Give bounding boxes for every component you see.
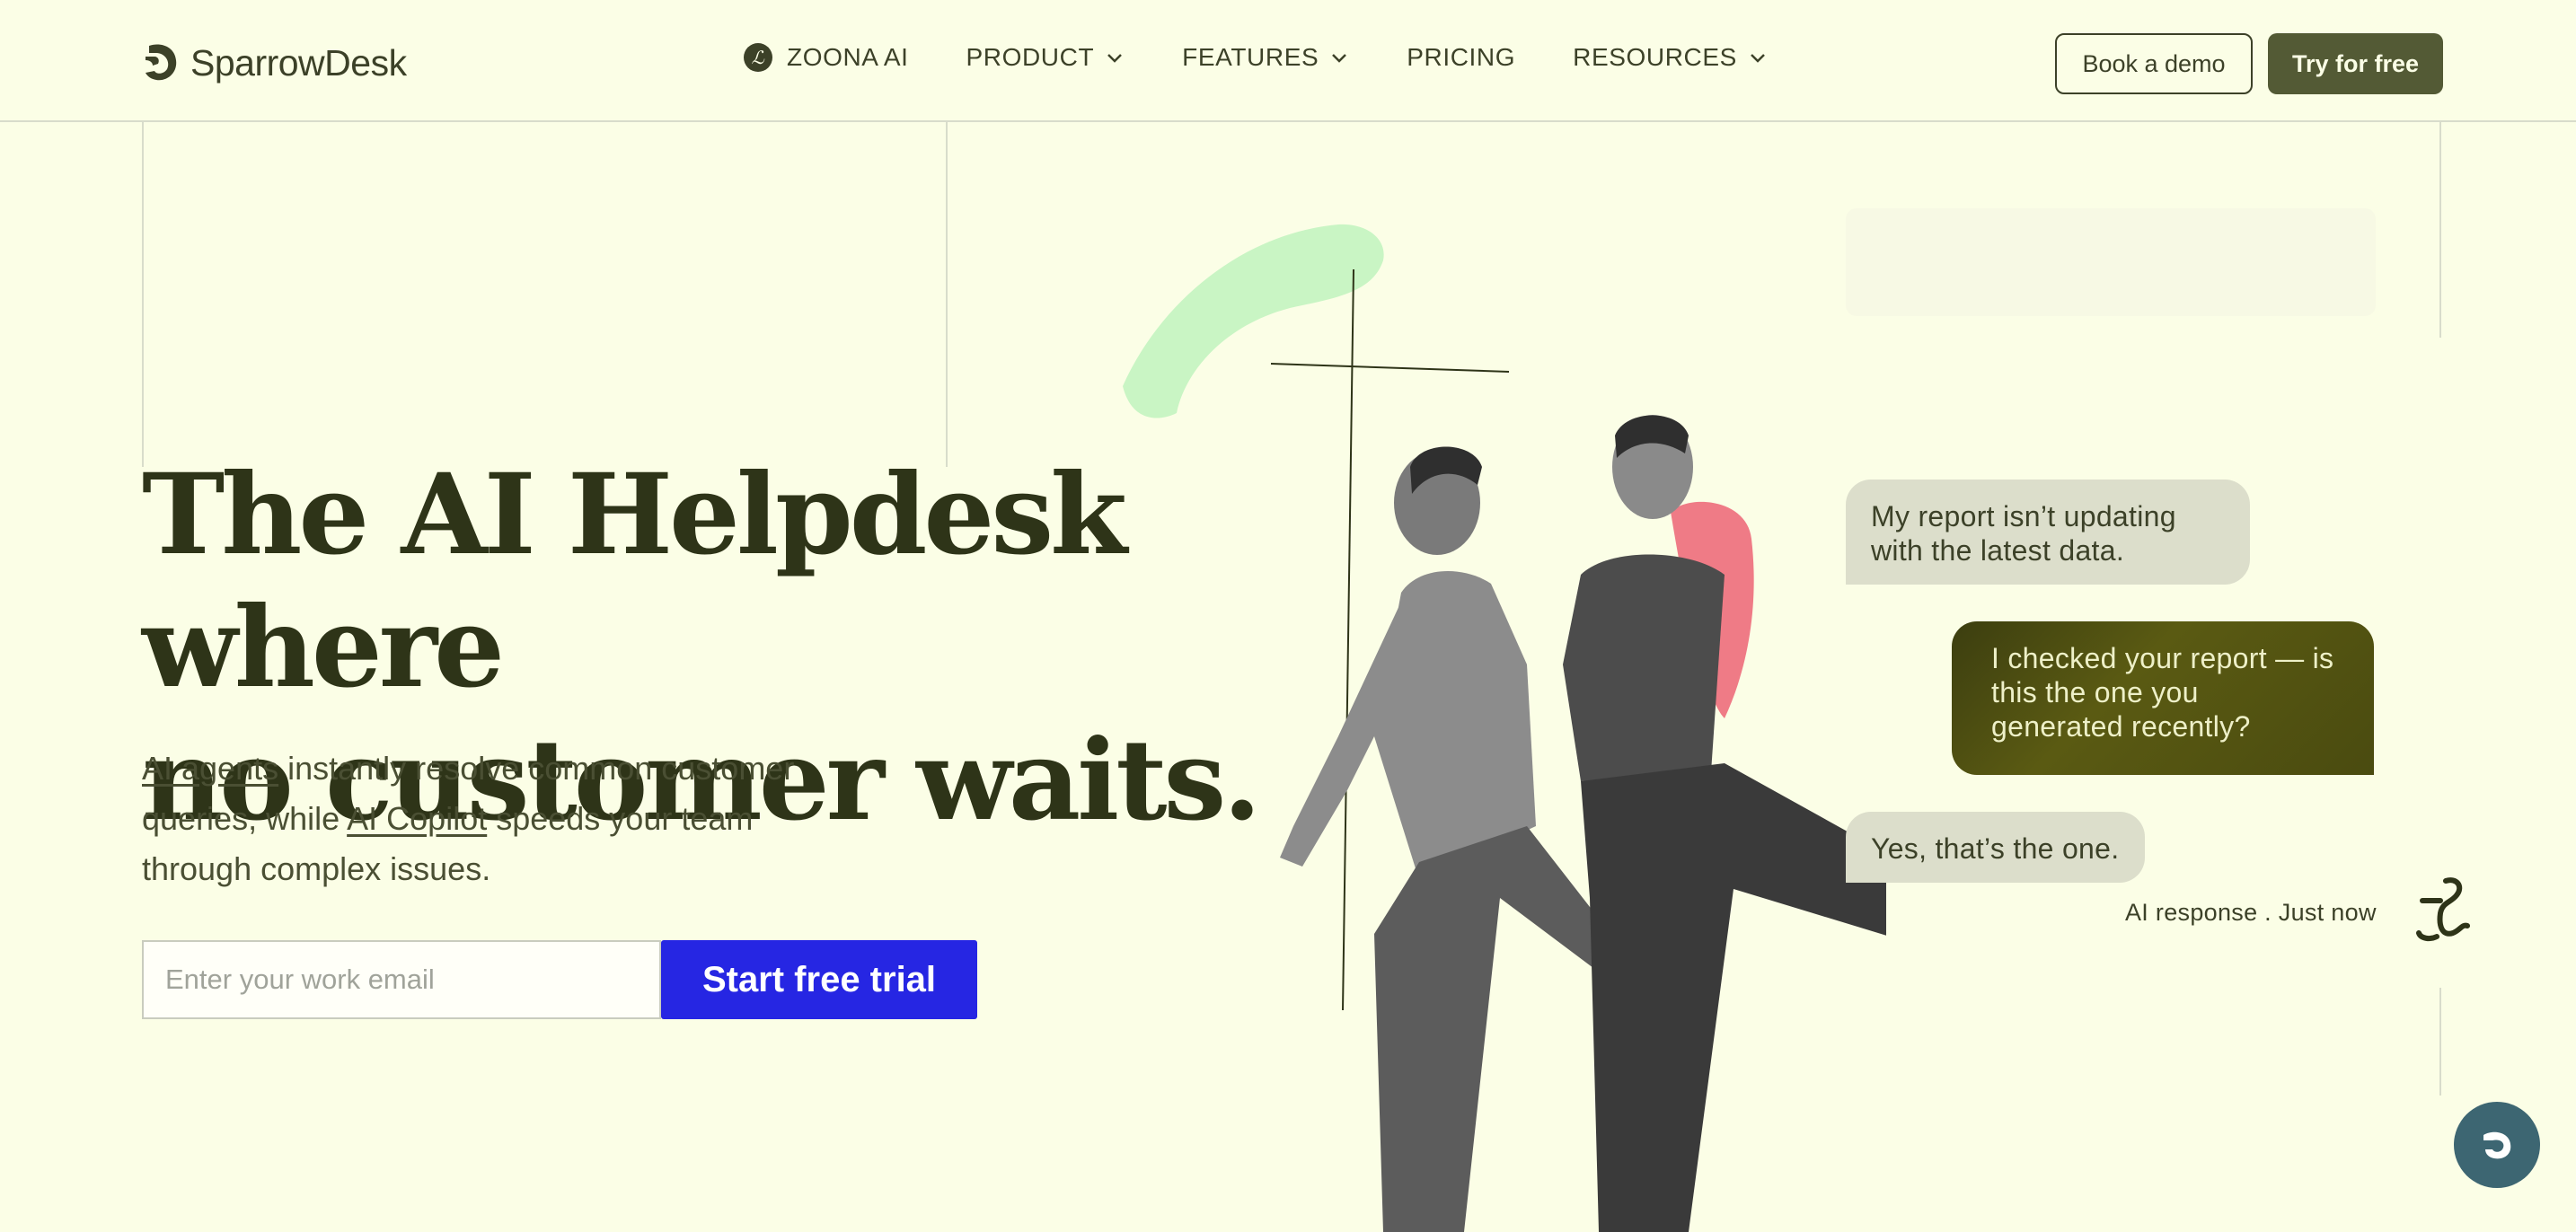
ai-copilot-link[interactable]: AI Copilot <box>347 800 487 837</box>
main-nav: ℒ ZOONA AI PRODUCT FEATURES PRICING RESO… <box>744 43 1825 72</box>
brand-name: SparrowDesk <box>190 41 407 84</box>
nav-item-pricing[interactable]: PRICING <box>1407 43 1515 72</box>
nav-item-label: ZOONA AI <box>787 43 909 71</box>
brand-logo[interactable]: SparrowDesk <box>142 36 407 90</box>
nav-item-resources[interactable]: RESOURCES <box>1573 43 1768 72</box>
nav-item-label: FEATURES <box>1182 43 1319 71</box>
zoona-badge-icon: ℒ <box>744 43 772 72</box>
hero-illustration <box>1123 224 1886 1232</box>
nav-item-label: RESOURCES <box>1573 43 1737 71</box>
chat-bubble-agent: I checked your report — is this the one … <box>1952 621 2374 775</box>
chevron-down-icon <box>1107 54 1123 63</box>
nav-item-features[interactable]: FEATURES <box>1182 43 1349 72</box>
grid-line <box>2439 122 2441 338</box>
green-brush-stroke <box>1123 224 1384 418</box>
start-free-trial-button[interactable]: Start free trial <box>661 940 977 1019</box>
page: SparrowDesk ℒ ZOONA AI PRODUCT FEATURES … <box>0 0 2576 1232</box>
ai-agents-link[interactable]: AI agents <box>142 750 278 787</box>
grid-line <box>946 122 948 467</box>
chevron-down-icon <box>1751 54 1765 63</box>
deco-line <box>1270 363 1510 373</box>
try-for-free-button[interactable]: Try for free <box>2268 33 2443 94</box>
work-email-input[interactable] <box>142 940 661 1019</box>
chat-bubble-customer: Yes, that’s the one. <box>1846 812 2145 883</box>
chevron-down-icon <box>1332 54 1347 63</box>
grid-line <box>142 122 144 467</box>
top-nav: SparrowDesk ℒ ZOONA AI PRODUCT FEATURES … <box>0 0 2576 122</box>
chat-bubble-customer: My report isn’t updating with the latest… <box>1846 480 2250 585</box>
nav-item-label: PRICING <box>1407 43 1516 71</box>
ai-response-status: AI response . Just now <box>2125 899 2377 926</box>
book-demo-button[interactable]: Book a demo <box>2055 33 2253 94</box>
chat-logo-icon <box>2483 1131 2511 1159</box>
nav-item-zoona-ai[interactable]: ℒ ZOONA AI <box>744 43 909 72</box>
sparrow-logo-icon <box>146 44 177 81</box>
deco-line <box>1342 268 1354 1011</box>
nav-item-label: PRODUCT <box>966 43 1095 71</box>
headline-line-1: The AI Helpdesk where <box>142 450 1127 713</box>
hero-subtext: AI agents instantly resolve common custo… <box>142 744 860 894</box>
grid-line <box>2439 988 2441 1096</box>
chat-launcher-button[interactable] <box>2454 1102 2540 1188</box>
zoona-glyph-icon <box>2416 877 2470 942</box>
nav-item-product[interactable]: PRODUCT <box>966 43 1125 72</box>
chat-fade-area <box>1846 208 2376 316</box>
